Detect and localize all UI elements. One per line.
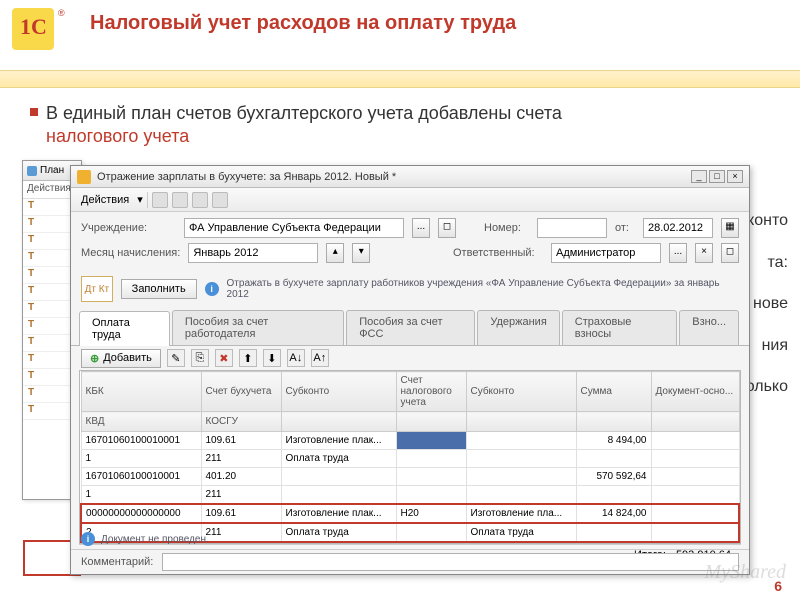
toolbar-icon-3[interactable] [192, 192, 208, 208]
resp-input[interactable] [551, 243, 661, 263]
date-label: от: [615, 222, 635, 234]
logo-1c: 1C ® [12, 8, 62, 58]
minimize-button[interactable]: _ [691, 170, 707, 183]
table-row[interactable]: 1211Оплата труда [81, 450, 739, 468]
resp-open[interactable]: ◻ [721, 243, 739, 263]
bullet-1: В единый план счетов бухгалтерского учет… [30, 102, 770, 149]
tab-insurance[interactable]: Страховые взносы [562, 310, 677, 345]
table-row[interactable]: 00000000000000000109.61Изготовление плак… [81, 504, 739, 523]
num-label: Номер: [484, 222, 529, 234]
toolbar-icon-2[interactable] [172, 192, 188, 208]
status-text: Документ не проведен. [101, 534, 209, 545]
col-acct[interactable]: Счет бухучета [201, 372, 281, 412]
add-button[interactable]: ⊕Добавить [81, 349, 161, 368]
move-down-icon[interactable]: ⬇ [263, 349, 281, 367]
maximize-button[interactable]: □ [709, 170, 725, 183]
month-label: Месяц начисления: [81, 247, 180, 259]
org-label: Учреждение: [81, 222, 176, 234]
col-doc[interactable]: Документ-осно... [651, 372, 739, 412]
tab-more[interactable]: Взно... [679, 310, 739, 345]
bullet-1-line1: В единый план счетов бухгалтерского учет… [46, 103, 562, 123]
reflection-window: Отражение зарплаты в бухучете: за Январь… [70, 165, 750, 575]
resp-label: Ответственный: [453, 247, 543, 259]
col-kosgu[interactable]: КОСГУ [201, 412, 281, 432]
sort-asc-icon[interactable]: A↓ [287, 349, 305, 367]
page-number: 6 [774, 578, 782, 594]
date-input[interactable] [643, 218, 713, 238]
tab-benefits-fss[interactable]: Пособия за счет ФСС [346, 310, 475, 345]
slide-title: Налоговый учет расходов на оплату труда [90, 12, 800, 35]
resp-lookup[interactable]: ... [669, 243, 687, 263]
tab-salary[interactable]: Оплата труда [79, 311, 170, 346]
tabs: Оплата труда Пособия за счет работодател… [71, 310, 749, 346]
header-band [0, 70, 800, 88]
dtkt-icon: Дт Кт [81, 276, 113, 302]
table-row[interactable]: 16701060100010001109.61Изготовление плак… [81, 432, 739, 450]
plan-title: План [40, 165, 64, 176]
col-subconto[interactable]: Субконто [281, 372, 396, 412]
close-button[interactable]: × [727, 170, 743, 183]
col-kvd[interactable]: КВД [81, 412, 201, 432]
resp-clear[interactable]: × [695, 243, 713, 263]
edit-icon[interactable]: ✎ [167, 349, 185, 367]
window-title: Отражение зарплаты в бухучете: за Январь… [97, 171, 685, 183]
comment-label: Комментарий: [81, 556, 156, 568]
org-input[interactable] [184, 218, 404, 238]
table-row[interactable]: 1211 [81, 486, 739, 505]
fill-button[interactable]: Заполнить [121, 279, 197, 299]
tab-benefits-employer[interactable]: Пособия за счет работодателя [172, 310, 344, 345]
tab-deductions[interactable]: Удержания [477, 310, 559, 345]
plan-icon [27, 166, 37, 176]
copy-icon[interactable]: ⎘ [191, 349, 209, 367]
org-lookup[interactable]: ... [412, 218, 430, 238]
col-tax-acct[interactable]: Счет налогового учета [396, 372, 466, 412]
status-info-icon: i [81, 532, 95, 546]
window-icon [77, 170, 91, 184]
toolbar-icon-4[interactable] [212, 192, 228, 208]
data-grid[interactable]: КБК Счет бухучета Субконто Счет налогово… [79, 370, 741, 544]
col-kbk[interactable]: КБК [81, 372, 201, 412]
toolbar-icon-1[interactable] [152, 192, 168, 208]
delete-icon[interactable]: ✖ [215, 349, 233, 367]
month-up[interactable]: ▴ [326, 243, 344, 263]
bullet-1-line2: налогового учета [46, 126, 189, 146]
org-clear[interactable]: ◻ [438, 218, 456, 238]
table-row[interactable]: 16701060100010001401.20570 592,64 [81, 468, 739, 486]
num-input[interactable] [537, 218, 607, 238]
info-text: Отражать в бухучете зарплату работников … [227, 278, 739, 300]
col-sum[interactable]: Сумма [576, 372, 651, 412]
month-down[interactable]: ▾ [352, 243, 370, 263]
comment-input[interactable] [162, 553, 739, 571]
sort-desc-icon[interactable]: A↑ [311, 349, 329, 367]
actions-menu[interactable]: Действия [77, 192, 133, 208]
date-picker[interactable]: ▦ [721, 218, 739, 238]
col-subconto2[interactable]: Субконто [466, 372, 576, 412]
month-input[interactable] [188, 243, 318, 263]
move-up-icon[interactable]: ⬆ [239, 349, 257, 367]
info-icon: i [205, 282, 219, 296]
